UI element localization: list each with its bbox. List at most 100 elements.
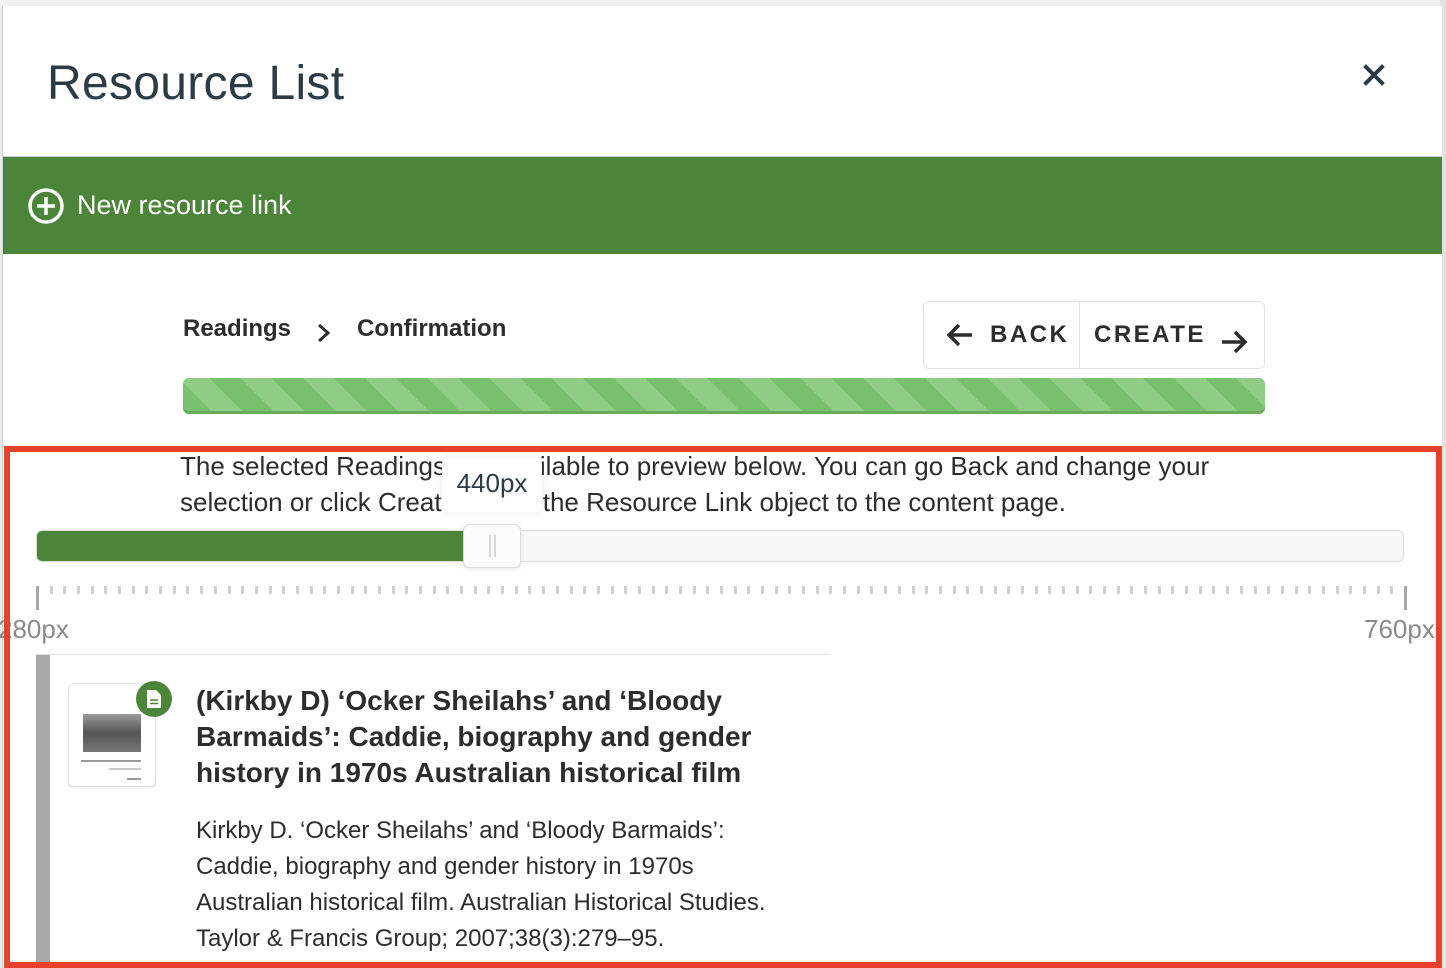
breadcrumb: Readings Confirmation: [183, 314, 506, 344]
create-label: CREATE: [1094, 321, 1206, 348]
document-icon: [147, 690, 161, 708]
slider-tick: [350, 586, 354, 594]
slider-tick: [131, 586, 135, 594]
slider-tick: [77, 586, 81, 594]
slider-tick: [473, 586, 477, 594]
slider-tick: [1226, 586, 1230, 594]
slider-value-tooltip: 440px: [442, 458, 542, 512]
slider-tick: [1321, 586, 1325, 594]
slider-tick: [856, 586, 860, 594]
wizard-progress-bar: [183, 378, 1265, 414]
slider-tick: [159, 586, 163, 594]
slider-tick: [1089, 586, 1093, 594]
slider-tick: [1171, 586, 1175, 594]
slider-tick: [1239, 586, 1243, 594]
slider-tick: [514, 586, 518, 594]
description-text: The selected Readings are available to p…: [180, 451, 1210, 517]
slider-tick: [884, 586, 888, 594]
slider-tick: [610, 586, 614, 594]
slider-tick: [1362, 586, 1366, 594]
slider-tick: [1157, 586, 1161, 594]
slider-tick: [925, 586, 929, 594]
document-badge: [136, 681, 172, 717]
slider-handle[interactable]: [463, 524, 521, 568]
slider-tick: [501, 586, 505, 594]
slider-tick: [1198, 586, 1202, 594]
wizard: Readings Confirmation BACK CREATE: [183, 301, 1265, 414]
slider-tick: [1020, 586, 1024, 594]
wizard-nav: BACK CREATE: [923, 301, 1265, 369]
slider-tick: [378, 586, 381, 594]
thumbnail-text-line: [109, 768, 141, 770]
slider-tick: [829, 586, 833, 594]
slider-ticks: [36, 578, 1407, 610]
slider-tick: [90, 586, 94, 594]
slider-tick: [678, 586, 682, 594]
slider-fill: [37, 531, 493, 561]
slider-major-tick: [1404, 586, 1407, 610]
slider-tick: [938, 586, 942, 594]
slider-tick: [145, 586, 149, 594]
slider-tick: [843, 586, 847, 594]
back-button[interactable]: BACK: [924, 302, 1080, 368]
slider-tick: [692, 586, 696, 594]
resource-citation: Kirkby D. ‘Ocker Sheilahs’ and ‘Bloody B…: [196, 817, 766, 952]
slider-tick: [309, 586, 313, 594]
slider-tick: [1048, 586, 1052, 594]
slider-tick: [1390, 586, 1394, 594]
slider-tick: [405, 586, 409, 594]
step-confirmation: Confirmation: [357, 315, 507, 342]
slider-tick: [227, 586, 231, 594]
slider-tick: [1349, 586, 1353, 594]
slider-tick: [391, 586, 395, 594]
slider-tick: [979, 586, 983, 594]
slider-tick: [268, 586, 272, 594]
new-resource-link-banner[interactable]: New resource link: [3, 156, 1442, 254]
width-slider: 440px 280px 760px: [0, 458, 1435, 644]
slider-tick: [1103, 586, 1107, 594]
arrow-left-icon: [946, 323, 972, 347]
slider-tick: [665, 586, 669, 594]
slider-tick: [1335, 586, 1339, 594]
slider-major-tick: [36, 586, 39, 610]
slider-tick: [1130, 586, 1134, 594]
slider-tick: [733, 586, 737, 594]
slider-tick: [323, 586, 327, 594]
slider-tick: [637, 586, 641, 594]
resource-title[interactable]: (Kirkby D) ‘Ocker Sheilahs’ and ‘Bloody …: [196, 683, 836, 791]
slider-tick: [555, 586, 559, 594]
slider-tick: [706, 586, 710, 594]
slider-track[interactable]: [36, 530, 1404, 562]
slider-tick: [583, 586, 587, 594]
slider-tick: [993, 586, 997, 594]
slider-tick: [1062, 586, 1065, 594]
plus-circle-icon: [28, 187, 64, 224]
slider-tick: [788, 586, 792, 594]
slider-tick: [1280, 586, 1284, 594]
slider-max-label: 760px: [1364, 614, 1435, 644]
create-button[interactable]: CREATE: [1080, 302, 1250, 368]
slider-tick: [1308, 586, 1312, 594]
slider-tick: [870, 586, 874, 594]
slider-tick: [802, 586, 806, 594]
step-readings[interactable]: Readings: [183, 315, 291, 343]
slider-tick: [1267, 586, 1271, 594]
slider-tick: [1007, 586, 1011, 594]
banner-label: New resource link: [77, 190, 292, 220]
slider-tick: [747, 586, 751, 594]
slider-tick: [651, 586, 655, 594]
slider-tick: [186, 586, 190, 594]
slider-tick: [1253, 586, 1257, 594]
slider-tick: [254, 586, 258, 594]
back-label: BACK: [990, 321, 1070, 348]
slider-tick: [432, 586, 436, 594]
arrow-right-icon: [1221, 330, 1248, 354]
modal-header: Resource List: [3, 6, 1442, 156]
slider-tick: [774, 586, 778, 594]
slider-tick: [295, 586, 299, 594]
close-icon: [1363, 64, 1385, 86]
thumbnail-photo: [83, 714, 141, 752]
slider-tick: [952, 586, 956, 594]
close-button[interactable]: [1359, 60, 1389, 90]
slider-tick: [1294, 586, 1298, 594]
